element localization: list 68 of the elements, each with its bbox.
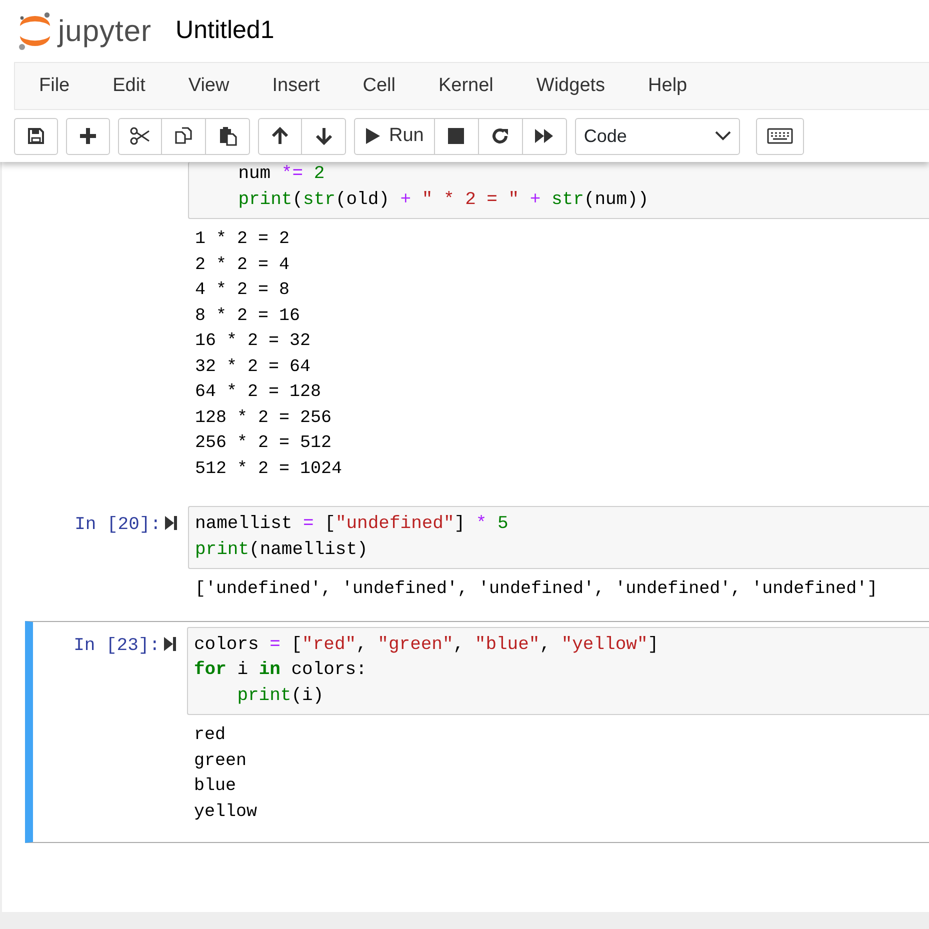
menu-item[interactable]: Edit (88, 72, 164, 100)
cell-type-dropdown[interactable]: Code (574, 118, 740, 154)
move-down-button[interactable] (302, 118, 346, 154)
output-line: 8 * 2 = 16 (195, 304, 302, 328)
run-cell-icon[interactable] (164, 515, 178, 531)
output-line: 1 * 2 = 2 (195, 228, 291, 251)
output-line: 32 * 2 = 64 (195, 356, 312, 378)
code-line: print(str(old) + " * 2 = " + str(num)) (237, 188, 650, 212)
copy-icon (174, 126, 194, 146)
save-button[interactable] (14, 118, 58, 154)
code-line: print(i) (236, 684, 325, 708)
menu-item[interactable]: Insert (248, 72, 339, 100)
output-line: 64 * 2 = 128 (195, 381, 322, 404)
run-button[interactable]: Run (354, 118, 435, 154)
output-line: 128 * 2 = 256 (195, 406, 333, 430)
code-line: num *= 2 (237, 163, 326, 186)
code-line: colors = ["red", "green", "blue", "yellow"] (194, 634, 660, 656)
copy-button[interactable] (162, 118, 206, 154)
play-icon (365, 127, 381, 145)
paste-button[interactable] (206, 118, 250, 154)
cell-prompt: In [20]: (74, 515, 161, 535)
output-line: ['undefined', 'undefined', 'undefined', 'undefined', 'undefined'] (195, 578, 879, 601)
notebook-cell[interactable]: num *= 2 print(str(old) + " * 2 = " + str(num)) 1 * 2 = 2 2 * 2 = 4 4 * 2 = 8 8 * 2 = 16 16 * 2 = 32 32 * 2 = 64 64 * 2 = 128 128 * 2 = 256 256 * 2 = 512 512 * 2 = 1024 (2, 162, 929, 500)
scissors-icon (130, 127, 150, 145)
menu-item[interactable]: File (15, 72, 89, 100)
paste-icon (218, 126, 238, 146)
run-all-button[interactable] (522, 118, 567, 154)
notebook-cell[interactable]: In [23]: colors = ["red", "green", "blue", "yellow"] for i in colors: print(i) red green blue yellow (25, 620, 929, 843)
keyboard-button[interactable] (756, 118, 804, 154)
restart-icon (491, 127, 510, 145)
logo-text: jupyter (58, 14, 152, 50)
output-line: 16 * 2 = 32 (195, 330, 312, 353)
keyboard-icon (766, 128, 793, 144)
notebook-title[interactable]: Untitled1 (176, 12, 274, 50)
add-cell-button[interactable] (66, 118, 110, 154)
plus-icon (79, 127, 97, 145)
stop-icon (448, 128, 464, 144)
stop-button[interactable] (434, 118, 479, 154)
output-line: blue (194, 775, 238, 798)
save-icon (27, 127, 45, 145)
cut-button[interactable] (118, 118, 162, 154)
code-line: for i in colors: (194, 659, 368, 682)
move-up-button[interactable] (258, 118, 302, 154)
output-line: yellow (194, 800, 258, 824)
menu-item[interactable]: Kernel (414, 72, 512, 100)
output-line: green (194, 750, 248, 772)
code-input[interactable]: colors = ["red", "green", "blue", "yellow"] for i in colors: print(i) (187, 626, 929, 715)
restart-button[interactable] (478, 118, 523, 154)
output-line: red (194, 724, 227, 747)
output-line: 256 * 2 = 512 (195, 432, 333, 455)
caret-icon (714, 131, 731, 141)
code-input[interactable]: num *= 2 print(str(old) + " * 2 = " + str(num)) (188, 162, 929, 219)
notebook-cell[interactable]: In [20]: namellist = ["undefined"] * 5 print(namellist) ['undefined', 'undefined', 'undefined', 'undefined', 'undefined'] (2, 500, 929, 620)
output-line: 4 * 2 = 8 (195, 279, 291, 302)
up-arrow-icon (271, 127, 289, 145)
output-line: 512 * 2 = 1024 (195, 458, 344, 480)
menu-item[interactable]: Cell (338, 72, 414, 100)
fast-forward-icon (534, 128, 554, 144)
down-arrow-icon (314, 127, 332, 145)
menu-item[interactable]: Help (624, 72, 706, 100)
code-line: print(namellist) (195, 538, 369, 562)
cell-prompt: In [23]: (74, 636, 160, 656)
run-cell-icon[interactable] (163, 636, 177, 652)
menu-item[interactable]: Widgets (512, 72, 624, 100)
menu-item[interactable]: View (164, 72, 248, 100)
output-line: 2 * 2 = 4 (195, 254, 291, 276)
code-input[interactable]: namellist = ["undefined"] * 5 print(namellist) (188, 506, 929, 569)
code-line: namellist = ["undefined"] * 5 (195, 513, 510, 536)
